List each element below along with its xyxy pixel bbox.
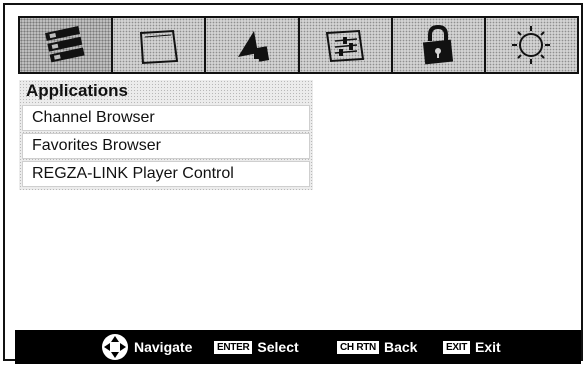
menu-item-channel-browser[interactable]: Channel Browser	[22, 105, 310, 131]
tab-picture[interactable]	[111, 18, 205, 72]
hint-select: ENTER Select	[214, 330, 299, 364]
enter-key-badge: ENTER	[214, 340, 253, 354]
menu-tab-bar	[18, 16, 579, 74]
sound-icon	[237, 31, 270, 62]
hint-exit: EXIT Exit	[443, 330, 501, 364]
applications-icon	[44, 26, 85, 63]
tab-preferences[interactable]	[483, 18, 578, 72]
preferences-sun-icon	[512, 26, 551, 64]
picture-icon	[139, 29, 178, 65]
exit-key-badge: EXIT	[443, 340, 471, 354]
tab-setup[interactable]	[297, 18, 391, 72]
navigate-label: Navigate	[134, 339, 193, 355]
menu-title: Applications	[26, 81, 129, 100]
exit-label: Exit	[475, 339, 501, 355]
hint-back: CH RTN Back	[337, 330, 417, 364]
back-label: Back	[383, 339, 418, 355]
tab-applications[interactable]	[20, 18, 112, 72]
menu-item-favorites-browser[interactable]: Favorites Browser	[22, 133, 310, 159]
ch-rtn-key-badge: CH RTN	[337, 340, 379, 354]
select-label: Select	[257, 339, 299, 355]
setup-icon	[325, 29, 365, 63]
button-guide-bar: Navigate ENTER Select CH RTN Back EXIT E…	[15, 330, 581, 364]
tab-sound[interactable]	[204, 18, 298, 72]
menu-item-regza-link-player-control[interactable]: REGZA-LINK Player Control	[22, 161, 310, 187]
applications-menu: Applications Channel Browser Favorites B…	[19, 80, 313, 190]
lock-icon	[423, 24, 454, 65]
tab-lock[interactable]	[390, 18, 484, 72]
hint-navigate: Navigate	[101, 330, 192, 364]
navigate-dpad-icon	[102, 334, 128, 360]
tv-menu-screen: Applications Channel Browser Favorites B…	[3, 3, 583, 364]
